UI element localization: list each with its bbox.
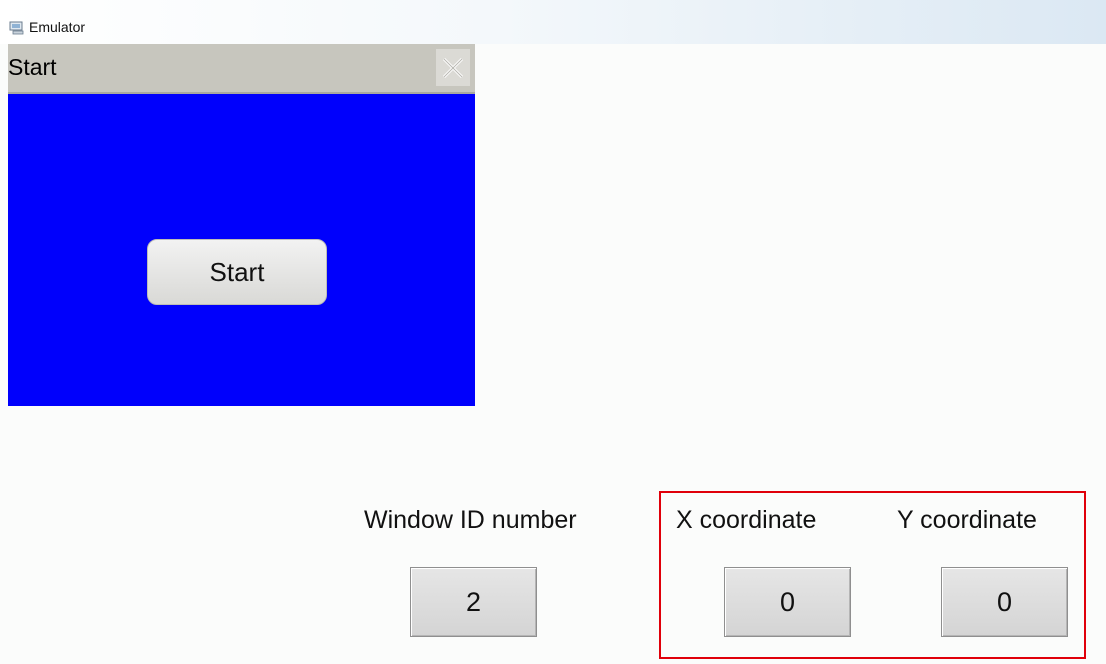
y-coordinate-value: 0 [941, 567, 1068, 637]
emulator-icon [9, 21, 24, 35]
window-id-value: 2 [410, 567, 537, 637]
window-titlebar: Emulator [0, 0, 1106, 44]
y-coordinate-label: Y coordinate [897, 506, 1037, 534]
window-title: Emulator [29, 19, 86, 35]
start-window-title: Start [8, 54, 57, 80]
start-window-header: Start [8, 44, 475, 94]
start-window: Start Start [8, 44, 475, 406]
window-id-label: Window ID number [364, 506, 577, 534]
x-coordinate-label: X coordinate [676, 506, 817, 534]
close-button[interactable] [436, 49, 470, 86]
start-button[interactable]: Start [147, 239, 327, 305]
x-coordinate-value: 0 [724, 567, 851, 637]
close-icon [442, 57, 464, 78]
